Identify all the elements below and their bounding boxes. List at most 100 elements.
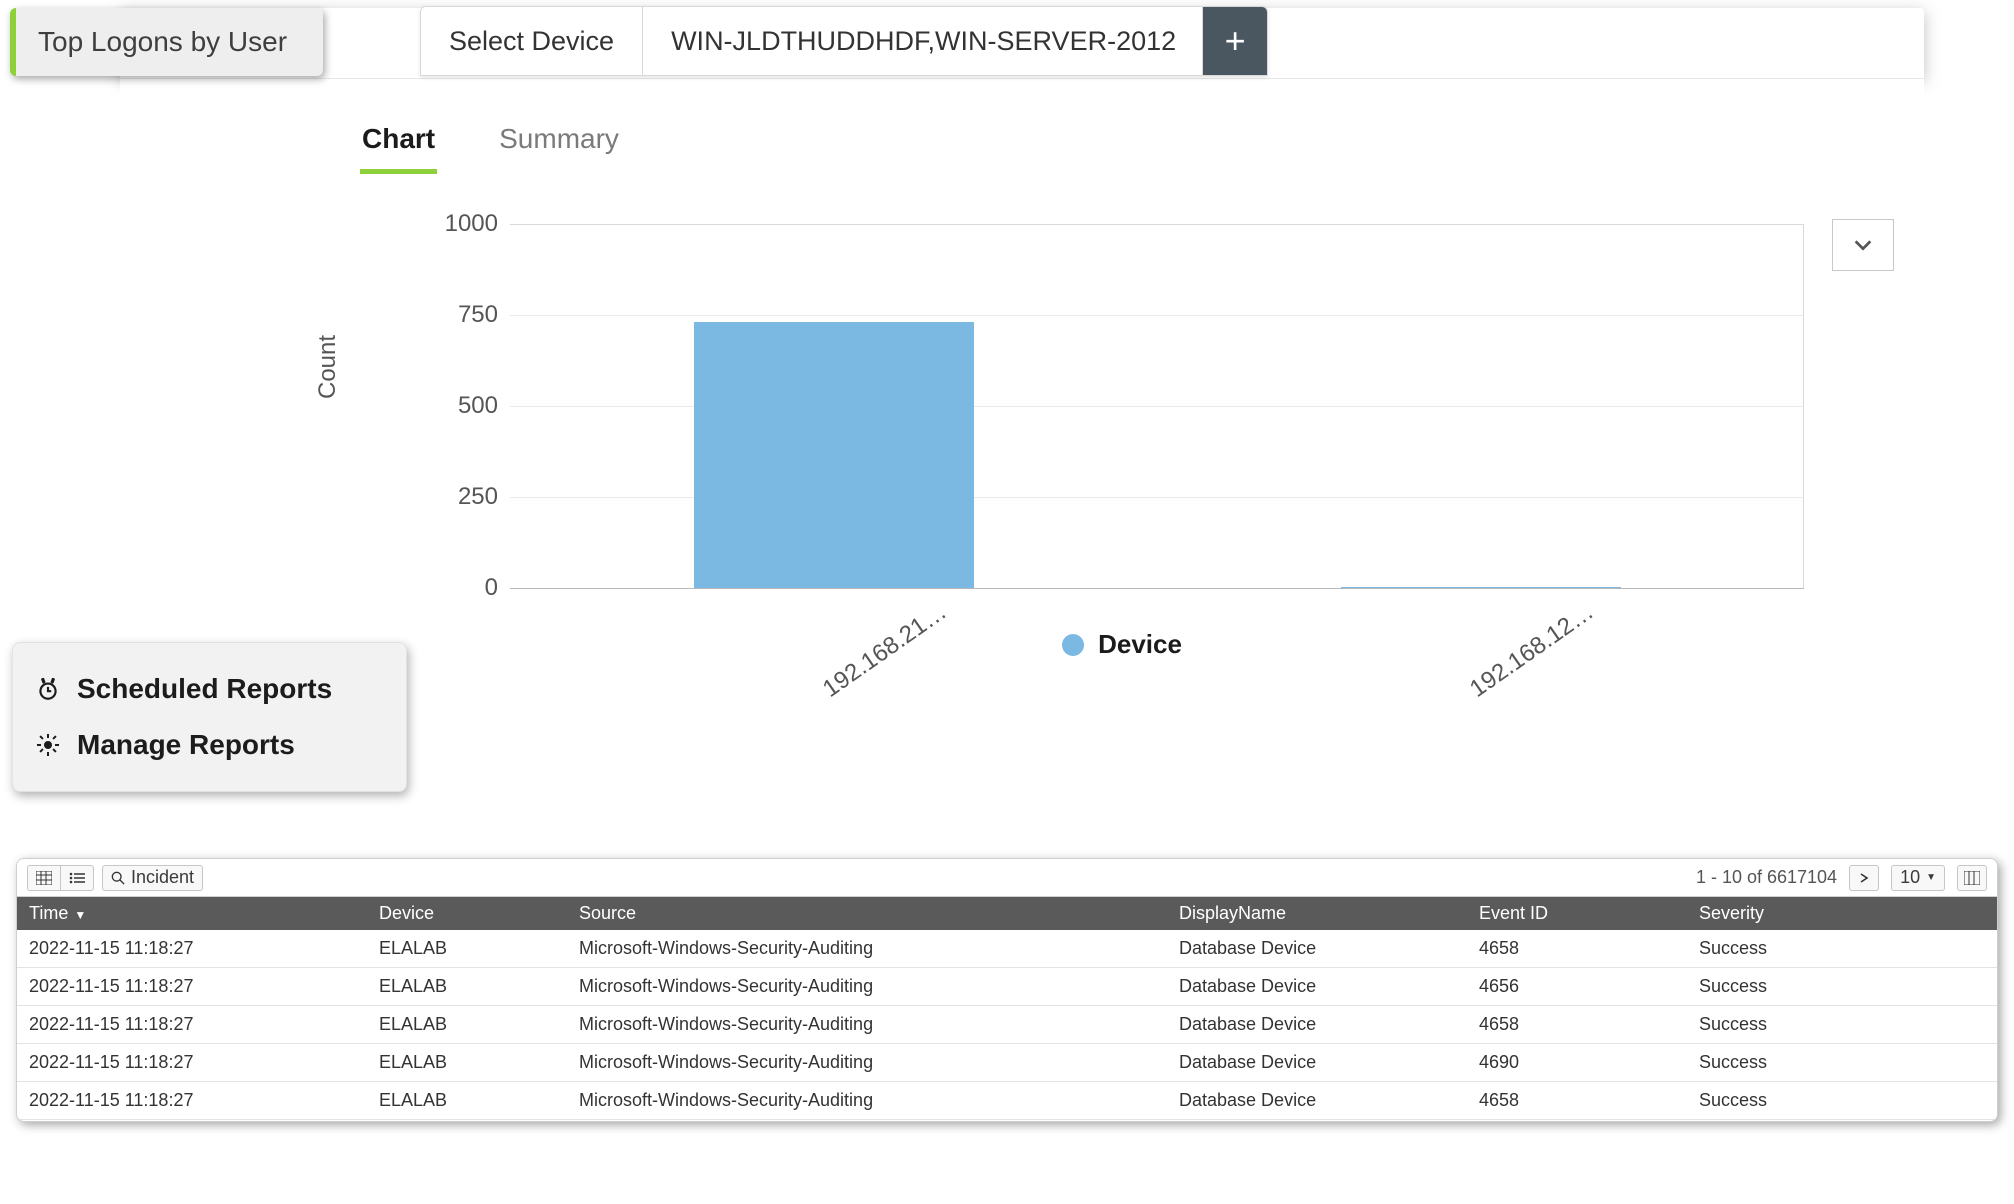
- page-size-value: 10: [1900, 867, 1920, 888]
- col-severity[interactable]: Severity: [1687, 897, 1997, 930]
- cell-event: 4690: [1467, 1044, 1687, 1082]
- chart-area: Count 02505007501000192.168.21…192.168.1…: [360, 199, 1884, 759]
- select-device-label: Select Device: [449, 26, 614, 57]
- view-table-button[interactable]: [27, 865, 60, 891]
- cell-severity: Success: [1687, 930, 1997, 968]
- cell-display: Database Device: [1167, 1006, 1467, 1044]
- cell-event: 4658: [1467, 1082, 1687, 1120]
- table-row[interactable]: 2022-11-15 11:18:27ELALABMicrosoft-Windo…: [17, 930, 1997, 968]
- table-row[interactable]: 2022-11-15 11:18:27ELALABMicrosoft-Windo…: [17, 1006, 1997, 1044]
- cell-event: 4656: [1467, 968, 1687, 1006]
- cell-device: ELALAB: [367, 968, 567, 1006]
- cell-device: ELALAB: [367, 1082, 567, 1120]
- next-page-button[interactable]: [1849, 865, 1879, 891]
- cell-device: ELALAB: [367, 1044, 567, 1082]
- chevron-right-icon: [1859, 873, 1869, 883]
- add-device-button[interactable]: +: [1203, 7, 1267, 75]
- chart-bar[interactable]: [1341, 587, 1621, 588]
- manage-reports-item[interactable]: Manage Reports: [25, 717, 394, 773]
- plus-icon: +: [1225, 20, 1246, 62]
- cell-device: ELALAB: [367, 1006, 567, 1044]
- tab-chart-label: Chart: [362, 123, 435, 154]
- column-settings-button[interactable]: [1957, 865, 1987, 891]
- scheduled-reports-item[interactable]: Scheduled Reports: [25, 661, 394, 717]
- chart-plot: 02505007501000192.168.21…192.168.12…: [510, 199, 1804, 589]
- tab-summary-label: Summary: [499, 123, 619, 154]
- y-tick: 500: [418, 392, 498, 420]
- report-title-pill: Top Logons by User: [10, 8, 323, 76]
- page-size-select[interactable]: 10 ▼: [1891, 865, 1945, 891]
- table-row[interactable]: 2022-11-15 11:18:27ELALABMicrosoft-Windo…: [17, 1044, 1997, 1082]
- cell-time: 2022-11-15 11:18:27: [17, 1006, 367, 1044]
- cell-display: Database Device: [1167, 1044, 1467, 1082]
- list-icon: [69, 871, 85, 885]
- y-tick: 750: [418, 301, 498, 329]
- col-source[interactable]: Source: [567, 897, 1167, 930]
- plot-top-border: [510, 224, 1804, 225]
- chevron-down-icon: [1852, 234, 1874, 256]
- manage-reports-label: Manage Reports: [77, 729, 295, 761]
- cell-display: Database Device: [1167, 968, 1467, 1006]
- cell-severity: Success: [1687, 1044, 1997, 1082]
- report-title: Top Logons by User: [38, 26, 287, 58]
- cell-device: ELALAB: [367, 930, 567, 968]
- y-tick: 250: [418, 483, 498, 511]
- cell-event: 4658: [1467, 1006, 1687, 1044]
- cell-source: Microsoft-Windows-Security-Auditing: [567, 1082, 1167, 1120]
- events-table-wrap: Incident 1 - 10 of 6617104 10 ▼ Time▼ De…: [16, 858, 1998, 1122]
- table-header-row: Time▼ Device Source DisplayName Event ID…: [17, 897, 1997, 930]
- device-value-tab[interactable]: WIN-JLDTHUDDHDF,WIN-SERVER-2012: [643, 7, 1203, 75]
- incident-button[interactable]: Incident: [102, 865, 203, 891]
- table-icon: [36, 871, 52, 885]
- incident-label: Incident: [131, 867, 194, 888]
- tab-summary[interactable]: Summary: [497, 109, 621, 174]
- cell-severity: Success: [1687, 968, 1997, 1006]
- cell-source: Microsoft-Windows-Security-Auditing: [567, 930, 1167, 968]
- table-toolbar: Incident 1 - 10 of 6617104 10 ▼: [17, 859, 1997, 897]
- legend-swatch-icon: [1062, 634, 1084, 656]
- sort-desc-icon: ▼: [74, 908, 86, 922]
- cell-source: Microsoft-Windows-Security-Auditing: [567, 968, 1167, 1006]
- table-row[interactable]: 2022-11-15 11:18:27ELALABMicrosoft-Windo…: [17, 968, 1997, 1006]
- incident-search-icon: [111, 871, 125, 885]
- chart-bar[interactable]: [694, 322, 974, 588]
- reports-popover: Scheduled Reports Manage Reports: [12, 642, 407, 792]
- scheduled-reports-label: Scheduled Reports: [77, 673, 332, 705]
- cell-source: Microsoft-Windows-Security-Auditing: [567, 1044, 1167, 1082]
- y-axis-label: Count: [314, 335, 342, 399]
- chart-legend: Device: [360, 629, 1884, 660]
- col-device[interactable]: Device: [367, 897, 567, 930]
- device-selector: Select Device WIN-JLDTHUDDHDF,WIN-SERVER…: [420, 6, 1268, 76]
- columns-icon: [1964, 871, 1980, 885]
- grid-line: [510, 315, 1804, 316]
- tab-chart[interactable]: Chart: [360, 109, 437, 174]
- cell-time: 2022-11-15 11:18:27: [17, 1082, 367, 1120]
- cell-severity: Success: [1687, 1006, 1997, 1044]
- cell-display: Database Device: [1167, 1082, 1467, 1120]
- y-tick: 1000: [418, 210, 498, 238]
- col-display[interactable]: DisplayName: [1167, 897, 1467, 930]
- chart-options-button[interactable]: [1832, 219, 1894, 271]
- cell-source: Microsoft-Windows-Security-Auditing: [567, 1006, 1167, 1044]
- cell-time: 2022-11-15 11:18:27: [17, 968, 367, 1006]
- view-mode-group: [27, 865, 94, 891]
- select-device-tab[interactable]: Select Device: [421, 7, 643, 75]
- cell-severity: Success: [1687, 1082, 1997, 1120]
- table-row[interactable]: 2022-11-15 11:18:27ELALABMicrosoft-Windo…: [17, 1082, 1997, 1120]
- clock-icon: [33, 674, 63, 704]
- cell-time: 2022-11-15 11:18:27: [17, 1044, 367, 1082]
- cell-event: 4658: [1467, 930, 1687, 968]
- gear-icon: [33, 730, 63, 760]
- caret-down-icon: ▼: [1926, 872, 1936, 883]
- events-table: Time▼ Device Source DisplayName Event ID…: [17, 897, 1997, 1120]
- col-time[interactable]: Time▼: [17, 897, 367, 930]
- paging-text: 1 - 10 of 6617104: [1696, 867, 1837, 888]
- cell-time: 2022-11-15 11:18:27: [17, 930, 367, 968]
- cell-display: Database Device: [1167, 930, 1467, 968]
- legend-label: Device: [1098, 629, 1182, 660]
- y-tick: 0: [418, 574, 498, 602]
- view-list-button[interactable]: [60, 865, 94, 891]
- col-event[interactable]: Event ID: [1467, 897, 1687, 930]
- subtab-bar: Chart Summary: [360, 109, 621, 174]
- device-value: WIN-JLDTHUDDHDF,WIN-SERVER-2012: [671, 26, 1176, 57]
